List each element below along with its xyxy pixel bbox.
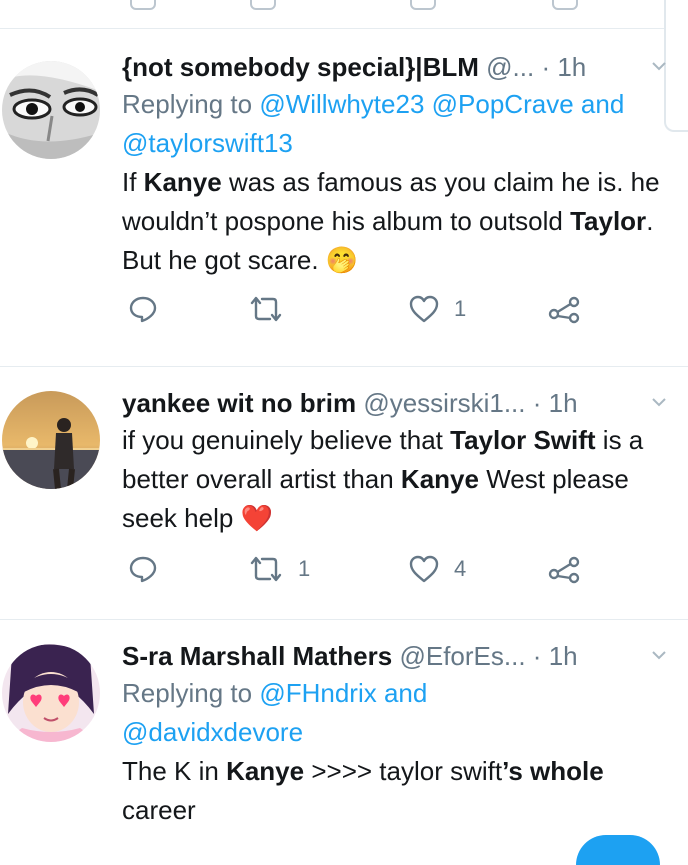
chevron-down-icon[interactable] — [652, 648, 666, 662]
tweet-text-bold: Taylor — [570, 206, 647, 236]
share-button[interactable] — [548, 294, 580, 324]
tweet-text-bold: Taylor Swift — [450, 425, 596, 455]
tweet-text: The K in Kanye >>>> taylor swift’s whole… — [122, 752, 666, 830]
reply-mention-link[interactable]: @PopCrave — [432, 89, 574, 119]
tweet-header: yankee wit no brim @yessirski1... · 1h — [122, 385, 666, 421]
reply-icon[interactable] — [130, 0, 156, 10]
like-count: 1 — [454, 296, 467, 321]
display-name[interactable]: yankee wit no brim — [122, 388, 356, 418]
tweet-text-segment: ❤️ — [240, 503, 273, 533]
replying-to-label: Replying to — [122, 678, 253, 708]
tweet-text-bold: Kanye — [143, 167, 222, 197]
tweet-text-segment: career — [122, 795, 196, 825]
user-handle[interactable]: @... — [486, 52, 534, 82]
retweet-button[interactable]: 1 — [248, 554, 310, 584]
chevron-down-icon[interactable] — [652, 395, 666, 409]
tweet-text-segment: The K in — [122, 756, 227, 786]
share-icon — [548, 556, 580, 584]
tweet-text-bold: ’s whole — [502, 756, 604, 786]
timestamp[interactable]: 1h — [557, 52, 586, 82]
tweet-text-segment: >>>> taylor swift — [304, 756, 503, 786]
previous-tweet-actions — [0, 0, 688, 29]
separator-dot: · — [532, 641, 542, 671]
tweet-header: {not somebody special}|BLM @... · 1h — [122, 49, 666, 85]
reply-icon — [129, 556, 157, 583]
tweet-text-bold: Kanye — [400, 464, 479, 494]
reply-icon — [129, 296, 157, 323]
tweet-header: S-ra Marshall Mathers @EforEs... · 1h — [122, 638, 666, 674]
tweet[interactable]: S-ra Marshall Mathers @EforEs... · 1h Re… — [0, 620, 688, 843]
reply-button[interactable] — [128, 554, 158, 584]
like-icon — [409, 555, 439, 583]
replying-to-label: Replying to — [122, 89, 253, 119]
display-name[interactable]: S-ra Marshall Mathers — [122, 641, 392, 671]
tweet[interactable]: yankee wit no brim @yessirski1... · 1h i… — [0, 367, 688, 620]
tweet-actions: 1 4 — [122, 554, 666, 594]
share-icon — [548, 296, 580, 324]
retweet-count: 1 — [298, 556, 311, 581]
like-count: 4 — [454, 556, 467, 581]
tweet-text-segment: if you genuinely believe that — [122, 425, 451, 455]
chevron-down-icon[interactable] — [652, 59, 666, 73]
tweet-actions: 1 — [122, 294, 666, 334]
timestamp[interactable]: 1h — [549, 641, 578, 671]
like-icon — [409, 295, 439, 323]
retweet-icon — [250, 556, 282, 582]
timestamp[interactable]: 1h — [549, 388, 578, 418]
tweet-text: If Kanye was as famous as you claim he i… — [122, 163, 666, 280]
replying-to: Replying to @FHndrix and @davidxdevore — [122, 674, 666, 752]
separator-dot: · — [532, 388, 542, 418]
tweet-text-segment: If — [122, 167, 144, 197]
reply-mention-link[interactable]: @davidxdevore — [122, 717, 303, 747]
share-icon[interactable] — [552, 0, 578, 10]
separator-dot: · — [541, 52, 551, 82]
replying-to: Replying to @Willwhyte23 @PopCrave and @… — [122, 85, 666, 163]
display-name[interactable]: {not somebody special}|BLM — [122, 52, 479, 82]
reply-and-label[interactable]: and — [384, 678, 427, 708]
tweet-text: if you genuinely believe that Taylor Swi… — [122, 421, 666, 538]
retweet-button[interactable] — [248, 294, 298, 324]
retweet-icon — [250, 296, 282, 322]
reply-mention-link[interactable]: @Willwhyte23 — [259, 89, 424, 119]
tweet-text-bold: Kanye — [226, 756, 305, 786]
user-handle[interactable]: @EforEs... — [399, 641, 525, 671]
retweet-icon[interactable] — [250, 0, 276, 10]
avatar[interactable] — [2, 391, 100, 489]
like-button[interactable]: 1 — [408, 294, 466, 324]
reply-button[interactable] — [128, 294, 158, 324]
reply-mention-link[interactable]: @taylorswift13 — [122, 128, 293, 158]
user-handle[interactable]: @yessirski1... — [363, 388, 525, 418]
like-icon[interactable] — [410, 0, 436, 10]
tweet[interactable]: {not somebody special}|BLM @... · 1h Rep… — [0, 29, 688, 367]
reply-mention-link[interactable]: @FHndrix — [259, 678, 376, 708]
avatar[interactable] — [2, 61, 100, 159]
share-button[interactable] — [548, 554, 580, 584]
avatar[interactable] — [2, 644, 100, 742]
tweet-text-segment: 🤭 — [325, 245, 359, 275]
like-button[interactable]: 4 — [408, 554, 466, 584]
reply-and-label[interactable]: and — [581, 89, 624, 119]
